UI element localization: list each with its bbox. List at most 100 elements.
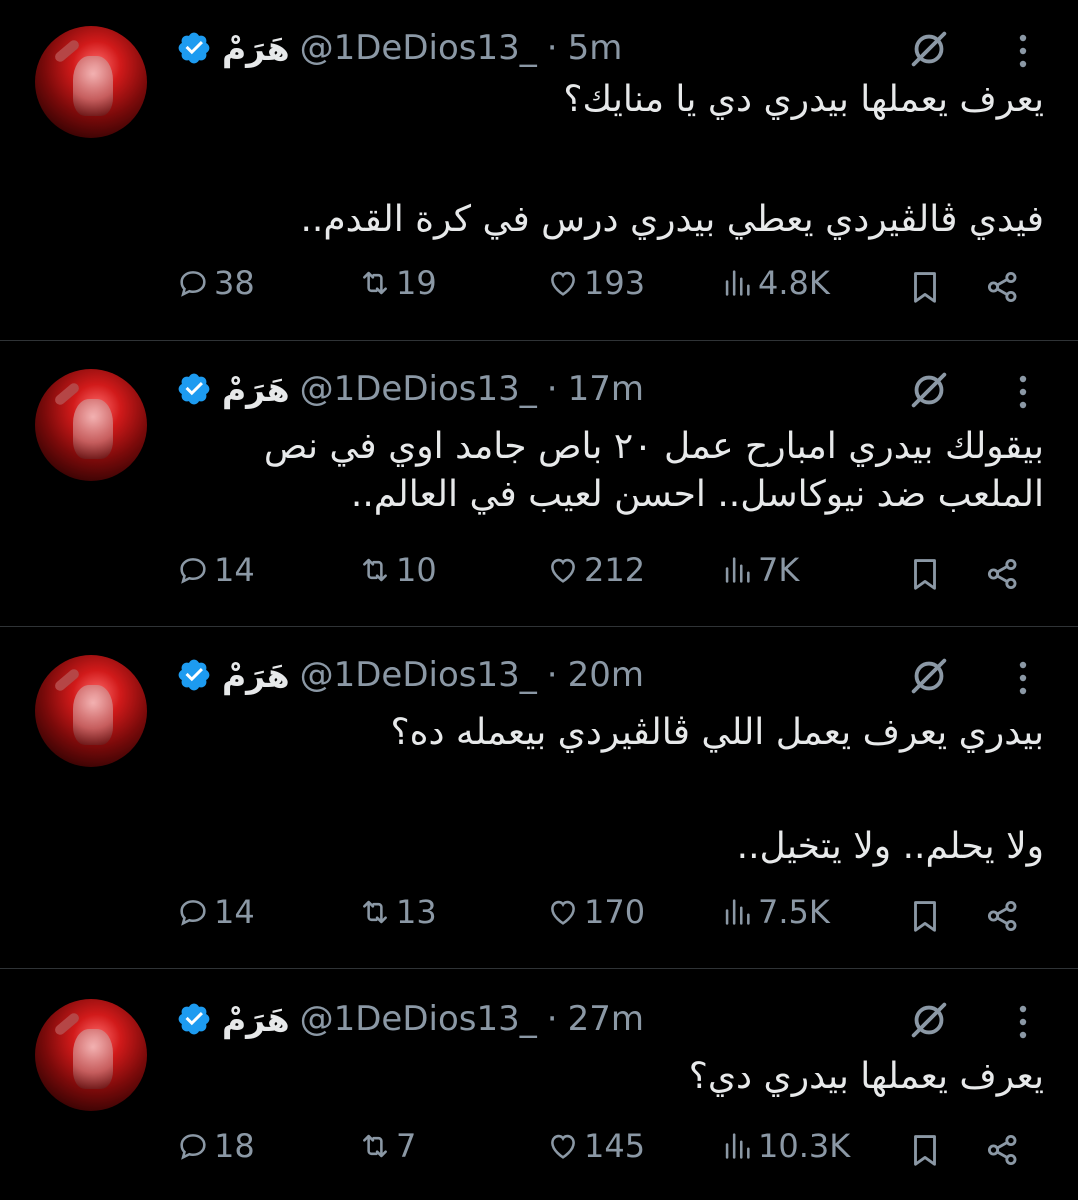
verified-badge-icon <box>178 659 210 691</box>
like-count: 193 <box>584 264 646 302</box>
views-icon <box>725 1133 750 1159</box>
views-button[interactable]: 7.5K <box>720 893 830 931</box>
tweet-header: هَرَمْ @1DeDios13_ · 5m <box>176 20 622 76</box>
bookmark-icon[interactable] <box>906 1131 944 1169</box>
timestamp[interactable]: 20m <box>568 655 644 695</box>
tweet-text-line <box>176 124 1044 172</box>
separator-dot: · <box>546 28 558 68</box>
views-count: 7.5K <box>758 893 830 931</box>
tweet-text: بيقولك بيدري امبارح عمل ٢٠ باص جامد اوي … <box>176 423 1044 519</box>
grok-icon[interactable] <box>906 26 952 72</box>
separator-dot: · <box>546 369 558 409</box>
tweet[interactable]: هَرَمْ @1DeDios13_ · 17m بيقولك بيدري ام… <box>0 341 1078 627</box>
bookmark-icon[interactable] <box>906 268 944 306</box>
share-icon[interactable] <box>984 1131 1022 1169</box>
like-button[interactable]: 145 <box>546 1127 645 1165</box>
like-icon <box>551 271 575 296</box>
separator-dot: · <box>546 999 558 1039</box>
grok-icon[interactable] <box>906 653 952 699</box>
tweet-text-line: ولا يحلم.. ولا يتخيل.. <box>736 826 1044 867</box>
repost-button[interactable]: 13 <box>358 893 437 931</box>
reply-count: 38 <box>214 264 255 302</box>
views-count: 7K <box>758 551 800 589</box>
like-button[interactable]: 212 <box>546 551 645 589</box>
like-button[interactable]: 170 <box>546 893 645 931</box>
verified-badge-icon <box>178 1003 210 1035</box>
avatar[interactable] <box>35 26 147 138</box>
views-count: 10.3K <box>758 1127 851 1165</box>
avatar[interactable] <box>35 369 147 481</box>
display-name[interactable]: هَرَمْ <box>222 370 290 409</box>
tweet[interactable]: هَرَمْ @1DeDios13_ · 5m يعرف يعملها بيدر… <box>0 0 1078 341</box>
more-icon[interactable] <box>1012 369 1034 415</box>
bookmark-icon[interactable] <box>906 555 944 593</box>
repost-icon <box>363 558 387 582</box>
user-handle[interactable]: @1DeDios13_ <box>300 28 537 68</box>
tweet-text: يعرف يعملها بيدري دي؟ <box>176 1053 1044 1101</box>
action-bar: 38 19 193 4.8K <box>176 264 1056 314</box>
reply-button[interactable]: 14 <box>176 893 255 931</box>
bookmark-icon[interactable] <box>906 897 944 935</box>
avatar[interactable] <box>35 655 147 767</box>
grok-icon[interactable] <box>906 367 952 413</box>
like-icon <box>551 1134 575 1159</box>
views-button[interactable]: 4.8K <box>720 264 830 302</box>
grok-icon[interactable] <box>906 997 952 1043</box>
views-button[interactable]: 7K <box>720 551 799 589</box>
reply-icon <box>180 900 206 926</box>
tweet-text-line: بيقولك بيدري امبارح عمل ٢٠ باص جامد اوي … <box>263 426 1044 467</box>
repost-button[interactable]: 7 <box>358 1127 416 1165</box>
display-name[interactable]: هَرَمْ <box>222 656 290 695</box>
repost-icon <box>363 900 387 924</box>
like-button[interactable]: 193 <box>546 264 645 302</box>
tweet-text-line: يعرف يعملها بيدري دي؟ <box>688 1056 1044 1097</box>
reply-button[interactable]: 38 <box>176 264 255 302</box>
like-icon <box>551 558 575 583</box>
user-handle[interactable]: @1DeDios13_ <box>300 369 537 409</box>
repost-count: 10 <box>396 551 437 589</box>
more-icon[interactable] <box>1012 28 1034 74</box>
tweet-text-line: بيدري يعرف يعمل اللي ڤالڤيردي بيعمله ده؟ <box>390 712 1044 753</box>
tweet[interactable]: هَرَمْ @1DeDios13_ · 27m يعرف يعملها بيد… <box>0 969 1078 1200</box>
tweet-header: هَرَمْ @1DeDios13_ · 20m <box>176 647 644 703</box>
share-icon[interactable] <box>984 897 1022 935</box>
more-icon[interactable] <box>1012 655 1034 701</box>
tweet[interactable]: هَرَمْ @1DeDios13_ · 20m بيدري يعرف يعمل… <box>0 627 1078 969</box>
views-count: 4.8K <box>758 264 830 302</box>
reply-count: 14 <box>214 893 255 931</box>
views-icon <box>725 270 750 296</box>
reply-count: 18 <box>214 1127 255 1165</box>
share-icon[interactable] <box>984 268 1022 306</box>
like-icon <box>551 900 575 925</box>
repost-button[interactable]: 10 <box>358 551 437 589</box>
tweet-header: هَرَمْ @1DeDios13_ · 17m <box>176 361 644 417</box>
tweet-text-line: الملعب ضد نيوكاسل.. احسن لعيب في العالم.… <box>350 474 1044 515</box>
timestamp[interactable]: 5m <box>568 28 623 68</box>
views-button[interactable]: 10.3K <box>720 1127 850 1165</box>
tweet-text-line <box>176 757 1044 805</box>
repost-button[interactable]: 19 <box>358 264 437 302</box>
action-bar: 18 7 145 10.3K <box>176 1127 1056 1177</box>
more-icon[interactable] <box>1012 999 1034 1045</box>
like-count: 145 <box>584 1127 646 1165</box>
reply-button[interactable]: 14 <box>176 551 255 589</box>
display-name[interactable]: هَرَمْ <box>222 1000 290 1039</box>
verified-badge-icon <box>178 373 210 405</box>
like-count: 170 <box>584 893 646 931</box>
avatar[interactable] <box>35 999 147 1111</box>
like-count: 212 <box>584 551 646 589</box>
tweet-text: بيدري يعرف يعمل اللي ڤالڤيردي بيعمله ده؟… <box>176 709 1044 871</box>
user-handle[interactable]: @1DeDios13_ <box>300 655 537 695</box>
user-handle[interactable]: @1DeDios13_ <box>300 999 537 1039</box>
views-icon <box>725 557 750 583</box>
timestamp[interactable]: 27m <box>568 999 644 1039</box>
timestamp[interactable]: 17m <box>568 369 644 409</box>
reply-button[interactable]: 18 <box>176 1127 255 1165</box>
share-icon[interactable] <box>984 555 1022 593</box>
repost-count: 19 <box>396 264 437 302</box>
action-bar: 14 10 212 7K <box>176 551 1056 601</box>
display-name[interactable]: هَرَمْ <box>222 29 290 68</box>
reply-icon <box>180 558 206 584</box>
tweet-text-line: فيدي ڤالڤيردي يعطي بيدري درس في كرة القد… <box>300 199 1044 240</box>
repost-count: 7 <box>396 1127 417 1165</box>
